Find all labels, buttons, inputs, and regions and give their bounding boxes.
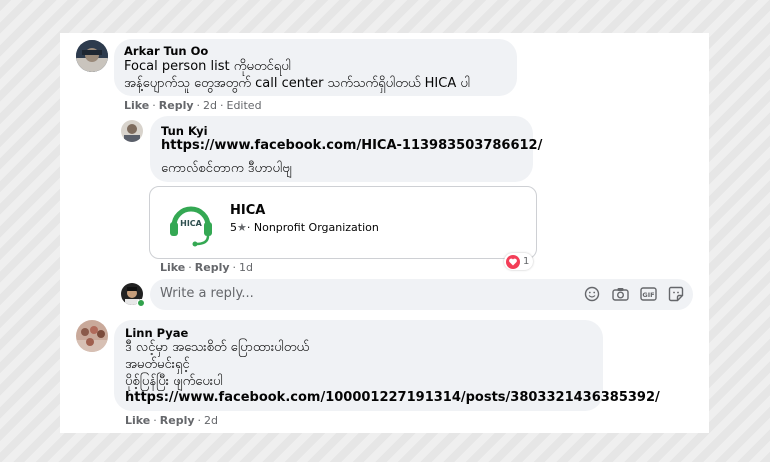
- comment-text-line: အန့်ပျောက်သူ တွေအတွက် call center သက်သက်…: [124, 76, 471, 91]
- avatar-arkar-tun-oo[interactable]: [76, 40, 108, 72]
- svg-text:GIF: GIF: [642, 291, 654, 299]
- current-user-avatar: [121, 283, 145, 307]
- hica-logo: HICA: [164, 196, 218, 250]
- timestamp[interactable]: 1d: [239, 261, 253, 274]
- card-title[interactable]: HICA: [230, 203, 265, 218]
- comment-author[interactable]: Tun Kyi: [161, 124, 208, 138]
- comment-link[interactable]: https://www.facebook.com/100001227191314…: [125, 389, 660, 406]
- like-link[interactable]: Like: [160, 261, 185, 274]
- comment-text-line: အမတ်မင်းရှင့်: [125, 357, 190, 372]
- comment-text-line: Focal person list ကိုမတင်ရပါ: [124, 59, 291, 74]
- comment-author[interactable]: Arkar Tun Oo: [124, 44, 208, 58]
- comment-text-line: ကောလ်စင်တာက ဒီဟာပါဗျ: [161, 161, 292, 176]
- link-preview-card[interactable]: HICA HICA 5★· Nonprofit Organization: [149, 186, 537, 259]
- card-category: · Nonprofit Organization: [246, 221, 379, 234]
- hica-logo-text: HICA: [180, 219, 202, 228]
- comments-panel: Arkar Tun Oo Focal person list ကိုမတင်ရပ…: [60, 33, 709, 433]
- avatar-tun-kyi[interactable]: [121, 120, 143, 142]
- comment-actions: Like · Reply · 2d · Edited: [124, 99, 262, 112]
- comment-text-line: ဒီ လင့်မှာ အသေးစိတ် ပြောထားပါတယ်: [125, 340, 310, 355]
- reaction-count: 1: [523, 256, 530, 267]
- timestamp[interactable]: 2d: [203, 99, 217, 112]
- camera-icon[interactable]: [612, 286, 629, 306]
- reply-input[interactable]: Write a reply... GIF: [150, 279, 693, 310]
- like-link[interactable]: Like: [124, 99, 149, 112]
- like-link[interactable]: Like: [125, 414, 150, 427]
- sticker-icon[interactable]: [668, 286, 684, 306]
- love-reaction-icon: [506, 254, 520, 269]
- comment-link[interactable]: https://www.facebook.com/HICA-1139835037…: [161, 137, 542, 154]
- card-subtitle: 5★· Nonprofit Organization: [230, 221, 379, 234]
- timestamp[interactable]: 2d: [204, 414, 218, 427]
- reaction-badge[interactable]: 1: [504, 253, 534, 270]
- comment-actions: Like · Reply · 1d: [160, 261, 253, 274]
- comment-author[interactable]: Linn Pyae: [125, 326, 188, 340]
- gif-icon[interactable]: GIF: [640, 286, 657, 306]
- reply-link[interactable]: Reply: [159, 99, 194, 112]
- card-rating: 5: [230, 221, 237, 234]
- reply-link[interactable]: Reply: [160, 414, 195, 427]
- online-status-dot: [137, 299, 145, 307]
- comment-actions: Like · Reply · 2d: [125, 414, 218, 427]
- avatar-linn-pyae[interactable]: [76, 320, 108, 352]
- reply-placeholder: Write a reply...: [160, 286, 254, 301]
- edited-label: Edited: [226, 99, 262, 112]
- star-icon: ★: [237, 221, 247, 234]
- comment-text-line: ပိုစ့်ပြန်ပြီး ဖျက်ပေးပါ: [125, 374, 223, 389]
- emoji-icon[interactable]: [584, 286, 600, 306]
- reply-link[interactable]: Reply: [195, 261, 230, 274]
